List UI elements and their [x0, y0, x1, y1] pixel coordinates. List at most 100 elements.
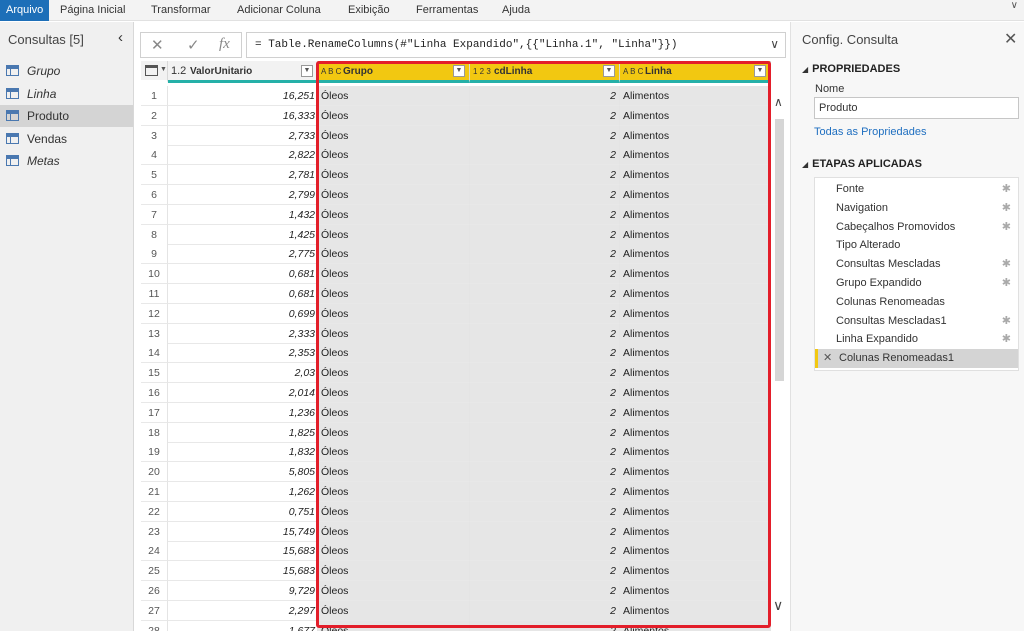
- applied-step[interactable]: Cabeçalhos Promovidos ✱: [815, 218, 1018, 237]
- tab-pagina-inicial[interactable]: Página Inicial: [60, 0, 125, 21]
- valorunitario-cell[interactable]: 2,03: [168, 363, 318, 384]
- cdlinha-cell[interactable]: 2: [470, 303, 620, 324]
- query-item-produto[interactable]: Produto: [0, 105, 133, 127]
- tab-arquivo[interactable]: Arquivo: [0, 0, 50, 21]
- linha-cell[interactable]: Alimentos: [620, 303, 771, 324]
- linha-cell[interactable]: Alimentos: [620, 224, 771, 245]
- valorunitario-cell[interactable]: 15,683: [168, 561, 318, 582]
- cdlinha-cell[interactable]: 2: [470, 442, 620, 463]
- linha-cell[interactable]: Alimentos: [620, 204, 771, 225]
- grupo-cell[interactable]: Óleos: [318, 561, 470, 582]
- applied-step[interactable]: ✕ Colunas Renomeadas1: [815, 349, 1018, 369]
- scroll-thumb[interactable]: [775, 119, 784, 381]
- cdlinha-cell[interactable]: 2: [470, 323, 620, 344]
- grupo-cell[interactable]: Óleos: [318, 402, 470, 423]
- cdlinha-cell[interactable]: 2: [470, 422, 620, 443]
- row-number[interactable]: 20: [141, 462, 168, 483]
- cdlinha-cell[interactable]: 2: [470, 224, 620, 245]
- grupo-cell[interactable]: Óleos: [318, 165, 470, 186]
- valorunitario-cell[interactable]: 1,425: [168, 224, 318, 245]
- ribbon-expand-icon[interactable]: ∨: [1011, 0, 1018, 11]
- grupo-cell[interactable]: Óleos: [318, 521, 470, 542]
- row-number[interactable]: 10: [141, 264, 168, 285]
- gear-icon[interactable]: ✱: [1002, 255, 1011, 274]
- cdlinha-cell[interactable]: 2: [470, 581, 620, 601]
- cdlinha-cell[interactable]: 2: [470, 600, 620, 621]
- linha-cell[interactable]: Alimentos: [620, 264, 771, 285]
- row-number[interactable]: 15: [141, 363, 168, 384]
- filter-dropdown-icon[interactable]: ▼: [603, 65, 615, 77]
- confirm-icon[interactable]: ✓: [187, 36, 200, 54]
- cdlinha-cell[interactable]: 2: [470, 521, 620, 542]
- valorunitario-cell[interactable]: 5,805: [168, 462, 318, 483]
- delete-step-icon[interactable]: ✕: [823, 349, 832, 368]
- grupo-cell[interactable]: Óleos: [318, 125, 470, 146]
- chevron-down-icon[interactable]: ∨: [770, 37, 779, 51]
- grupo-cell[interactable]: Óleos: [318, 204, 470, 225]
- grupo-cell[interactable]: Óleos: [318, 501, 470, 522]
- grupo-cell[interactable]: Óleos: [318, 363, 470, 384]
- tab-adicionar-coluna[interactable]: Adicionar Coluna: [237, 0, 321, 21]
- valorunitario-cell[interactable]: 1,262: [168, 482, 318, 502]
- grupo-cell[interactable]: Óleos: [318, 264, 470, 285]
- applied-step[interactable]: Consultas Mescladas ✱: [815, 255, 1018, 274]
- tab-ferramentas[interactable]: Ferramentas: [416, 0, 478, 21]
- scroll-down-icon[interactable]: ∨: [773, 597, 783, 614]
- cdlinha-cell[interactable]: 2: [470, 501, 620, 522]
- valorunitario-cell[interactable]: 2,733: [168, 125, 318, 146]
- valorunitario-cell[interactable]: 1,432: [168, 204, 318, 225]
- query-item-grupo[interactable]: Grupo: [0, 60, 133, 82]
- cdlinha-cell[interactable]: 2: [470, 105, 620, 126]
- valorunitario-cell[interactable]: 9,729: [168, 581, 318, 601]
- decimal-type-icon[interactable]: 1.2: [171, 65, 186, 77]
- linha-cell[interactable]: Alimentos: [620, 482, 771, 502]
- row-number[interactable]: 8: [141, 224, 168, 245]
- cdlinha-cell[interactable]: 2: [470, 343, 620, 364]
- linha-cell[interactable]: Alimentos: [620, 284, 771, 304]
- column-header-valorunitario[interactable]: 1.2 ValorUnitario ▼: [168, 61, 318, 83]
- column-header-linha[interactable]: A B C Linha ▼: [620, 61, 771, 83]
- applied-step[interactable]: Navigation ✱: [815, 199, 1018, 218]
- grupo-cell[interactable]: Óleos: [318, 442, 470, 463]
- cdlinha-cell[interactable]: 2: [470, 363, 620, 384]
- row-number[interactable]: 14: [141, 343, 168, 364]
- row-number[interactable]: 3: [141, 125, 168, 146]
- valorunitario-cell[interactable]: 2,297: [168, 600, 318, 621]
- cdlinha-cell[interactable]: 2: [470, 482, 620, 502]
- row-number[interactable]: 28: [141, 620, 168, 631]
- cdlinha-cell[interactable]: 2: [470, 185, 620, 205]
- linha-cell[interactable]: Alimentos: [620, 581, 771, 601]
- cdlinha-cell[interactable]: 2: [470, 620, 620, 631]
- row-number[interactable]: 2: [141, 105, 168, 126]
- linha-cell[interactable]: Alimentos: [620, 145, 771, 166]
- row-number[interactable]: 24: [141, 541, 168, 562]
- valorunitario-cell[interactable]: 15,749: [168, 521, 318, 542]
- cdlinha-cell[interactable]: 2: [470, 244, 620, 265]
- valorunitario-cell[interactable]: 2,822: [168, 145, 318, 166]
- cdlinha-cell[interactable]: 2: [470, 402, 620, 423]
- grupo-cell[interactable]: Óleos: [318, 185, 470, 205]
- row-number[interactable]: 22: [141, 501, 168, 522]
- grupo-cell[interactable]: Óleos: [318, 224, 470, 245]
- cdlinha-cell[interactable]: 2: [470, 264, 620, 285]
- linha-cell[interactable]: Alimentos: [620, 521, 771, 542]
- valorunitario-cell[interactable]: 2,353: [168, 343, 318, 364]
- grupo-cell[interactable]: Óleos: [318, 244, 470, 265]
- linha-cell[interactable]: Alimentos: [620, 105, 771, 126]
- applied-step[interactable]: Grupo Expandido ✱: [815, 274, 1018, 293]
- grupo-cell[interactable]: Óleos: [318, 303, 470, 324]
- grupo-cell[interactable]: Óleos: [318, 343, 470, 364]
- row-number[interactable]: 4: [141, 145, 168, 166]
- row-number[interactable]: 18: [141, 422, 168, 443]
- gear-icon[interactable]: ✱: [1002, 218, 1011, 237]
- gear-icon[interactable]: ✱: [1002, 330, 1011, 349]
- linha-cell[interactable]: Alimentos: [620, 541, 771, 562]
- cdlinha-cell[interactable]: 2: [470, 462, 620, 483]
- valorunitario-cell[interactable]: 15,683: [168, 541, 318, 562]
- linha-cell[interactable]: Alimentos: [620, 620, 771, 631]
- row-number[interactable]: 25: [141, 561, 168, 582]
- applied-step[interactable]: Tipo Alterado: [815, 236, 1018, 255]
- grupo-cell[interactable]: Óleos: [318, 462, 470, 483]
- grupo-cell[interactable]: Óleos: [318, 383, 470, 403]
- valorunitario-cell[interactable]: 0,699: [168, 303, 318, 324]
